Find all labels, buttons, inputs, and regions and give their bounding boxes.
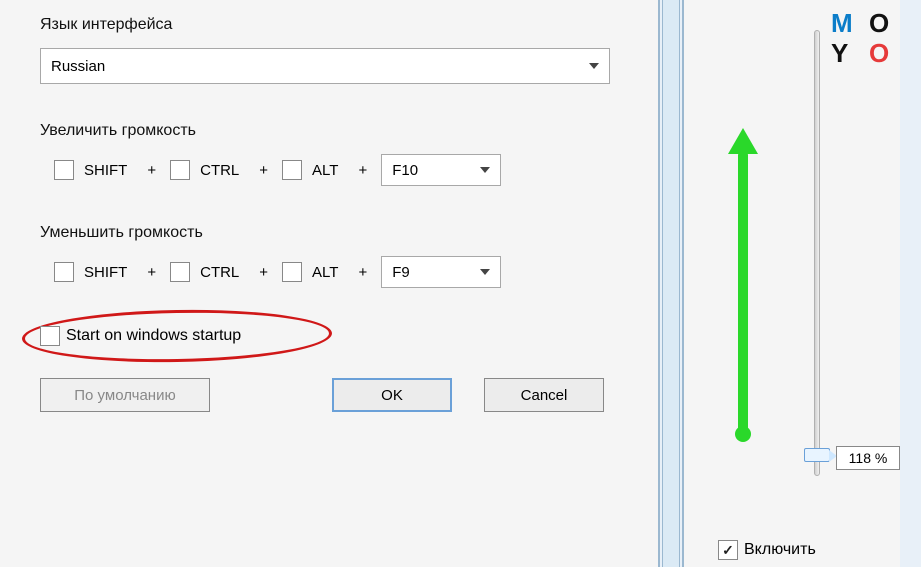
ctrl-checkbox-decrease[interactable]: [170, 262, 190, 282]
ctrl-label: CTRL: [200, 162, 239, 179]
alt-label: ALT: [312, 264, 338, 281]
decrease-key-value: F9: [392, 264, 410, 281]
enable-label: Включить: [744, 541, 816, 559]
enable-checkbox[interactable]: [718, 540, 738, 560]
alt-checkbox-increase[interactable]: [282, 160, 302, 180]
decrease-volume-label: Уменьшить громкость: [40, 224, 618, 242]
panel-divider: [662, 0, 680, 567]
increase-hotkey-row: SHIFT + CTRL + ALT + F10: [40, 154, 618, 186]
shift-checkbox-increase[interactable]: [54, 160, 74, 180]
moyo-logo: M O Y O: [831, 8, 899, 66]
alt-checkbox-decrease[interactable]: [282, 262, 302, 282]
plus-sign: +: [259, 264, 268, 281]
volume-panel: 118 % Включить: [682, 0, 900, 567]
button-row: По умолчанию OK Cancel: [40, 378, 618, 412]
chevron-down-icon: [589, 63, 599, 69]
chevron-down-icon: [480, 269, 490, 275]
ctrl-checkbox-increase[interactable]: [170, 160, 190, 180]
language-select[interactable]: Russian: [40, 48, 610, 84]
shift-checkbox-decrease[interactable]: [54, 262, 74, 282]
enable-row: Включить: [718, 540, 816, 560]
annotation-arrow: [738, 150, 748, 438]
startup-wrap: Start on windows startup: [40, 326, 618, 346]
volume-slider-thumb[interactable]: [804, 448, 830, 462]
plus-sign: +: [147, 162, 156, 179]
ok-button[interactable]: OK: [332, 378, 452, 412]
ctrl-label: CTRL: [200, 264, 239, 281]
decrease-key-select[interactable]: F9: [381, 256, 501, 288]
cancel-button[interactable]: Cancel: [484, 378, 604, 412]
plus-sign: +: [259, 162, 268, 179]
chevron-down-icon: [480, 167, 490, 173]
plus-sign: +: [358, 162, 367, 179]
volume-percent-box: 118 %: [836, 446, 900, 470]
logo-m: M: [831, 8, 861, 36]
startup-checkbox[interactable]: [40, 326, 60, 346]
settings-panel: Язык интерфейса Russian Увеличить громко…: [0, 0, 660, 567]
plus-sign: +: [147, 264, 156, 281]
startup-label: Start on windows startup: [66, 327, 241, 345]
shift-label: SHIFT: [84, 162, 127, 179]
alt-label: ALT: [312, 162, 338, 179]
language-label: Язык интерфейса: [40, 16, 618, 34]
logo-y: Y: [831, 38, 861, 66]
default-button[interactable]: По умолчанию: [40, 378, 210, 412]
increase-key-select[interactable]: F10: [381, 154, 501, 186]
shift-label: SHIFT: [84, 264, 127, 281]
increase-volume-label: Увеличить громкость: [40, 122, 618, 140]
decrease-hotkey-row: SHIFT + CTRL + ALT + F9: [40, 256, 618, 288]
volume-slider-track[interactable]: [814, 30, 820, 476]
plus-sign: +: [358, 264, 367, 281]
increase-key-value: F10: [392, 162, 418, 179]
language-value: Russian: [51, 58, 105, 75]
logo-o2: O: [869, 38, 899, 66]
logo-o1: O: [869, 8, 899, 36]
